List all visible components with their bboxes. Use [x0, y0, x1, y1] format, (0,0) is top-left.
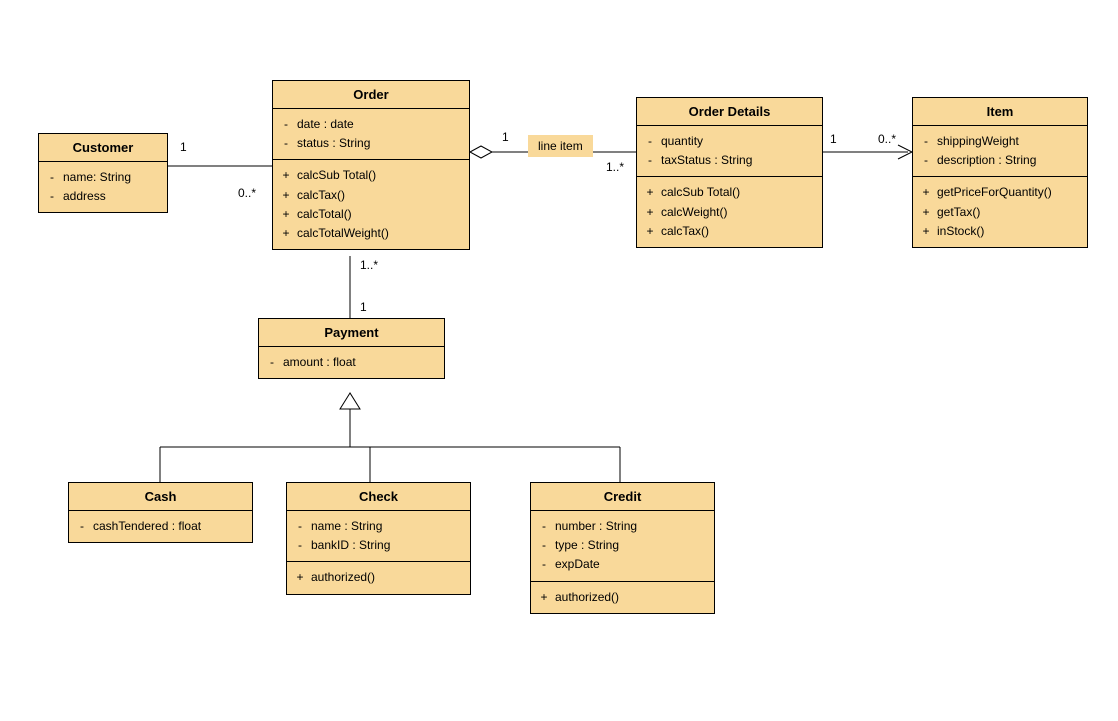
class-title: Credit [531, 483, 714, 511]
class-order-details: Order Details -quantity -taxStatus : Str… [636, 97, 823, 248]
mult-item-0star: 0..* [878, 132, 896, 146]
attrs: -date : date -status : String [273, 109, 469, 160]
class-order: Order -date : date -status : String +cal… [272, 80, 470, 250]
class-title: Check [287, 483, 470, 511]
class-check: Check -name : String -bankID : String +a… [286, 482, 471, 595]
mult-customer-1: 1 [180, 140, 187, 154]
class-credit: Credit -number : String -type : String -… [530, 482, 715, 614]
attrs: -shippingWeight -description : String [913, 126, 1087, 177]
class-title: Cash [69, 483, 252, 511]
attrs: -amount : float [259, 347, 444, 378]
attrs: -quantity -taxStatus : String [637, 126, 822, 177]
attrs: -cashTendered : float [69, 511, 252, 542]
mult-order-payment-1star: 1..* [360, 258, 378, 272]
attrs: -name : String -bankID : String [287, 511, 470, 562]
class-customer: Customer -name: String -address [38, 133, 168, 213]
attrs: -number : String -type : String -expDate [531, 511, 714, 582]
mult-order-aggr-1: 1 [502, 130, 509, 144]
ops: +authorized() [287, 562, 470, 593]
mult-payment-1: 1 [360, 300, 367, 314]
mult-orderdetails-1: 1 [830, 132, 837, 146]
mult-order-0star: 0..* [238, 186, 256, 200]
mult-orderdetails-1star: 1..* [606, 160, 624, 174]
class-title: Payment [259, 319, 444, 347]
class-title: Order [273, 81, 469, 109]
association-label-line-item: line item [528, 135, 593, 157]
class-item: Item -shippingWeight -description : Stri… [912, 97, 1088, 248]
ops: +calcSub Total() +calcTax() +calcTotal()… [273, 160, 469, 249]
ops: +calcSub Total() +calcWeight() +calcTax(… [637, 177, 822, 247]
attrs: -name: String -address [39, 162, 167, 212]
class-title: Item [913, 98, 1087, 126]
ops: +authorized() [531, 582, 714, 613]
class-cash: Cash -cashTendered : float [68, 482, 253, 543]
class-title: Customer [39, 134, 167, 162]
ops: +getPriceForQuantity() +getTax() +inStoc… [913, 177, 1087, 247]
class-payment: Payment -amount : float [258, 318, 445, 379]
class-title: Order Details [637, 98, 822, 126]
